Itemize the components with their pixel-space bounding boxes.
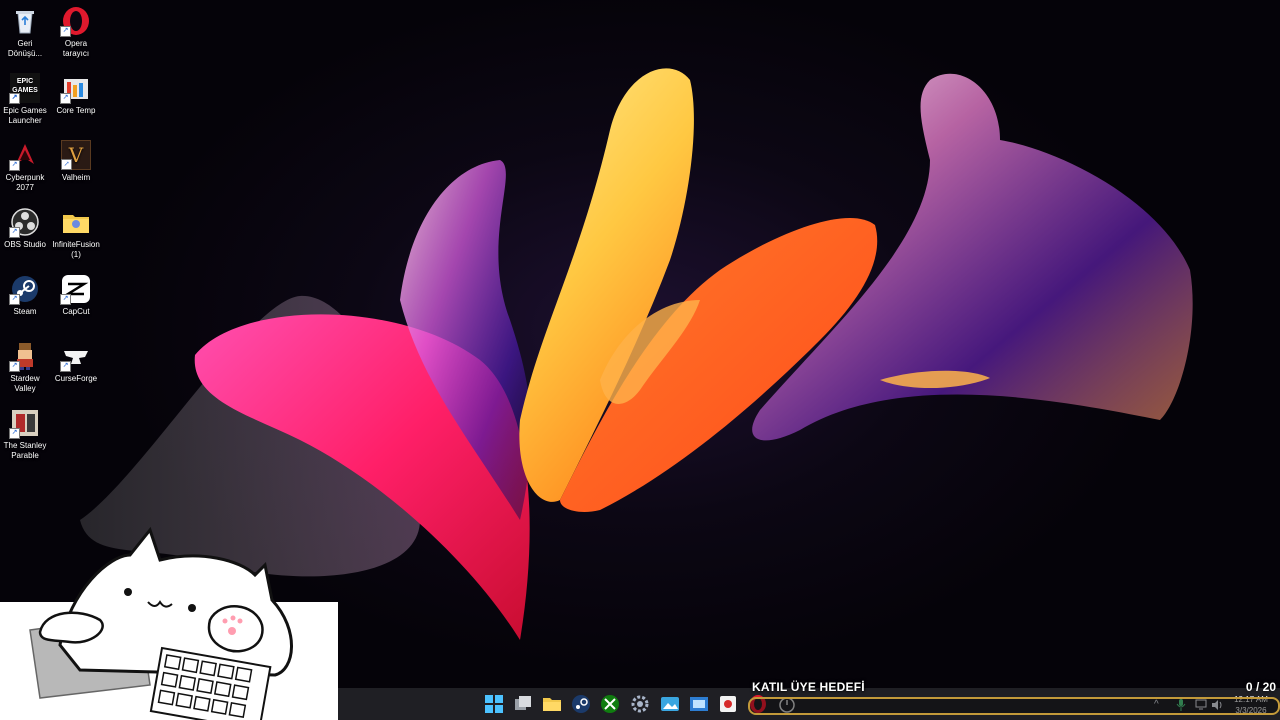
desktop-icon-label: Stardew Valley xyxy=(10,374,40,393)
desktop-icon-cyberpunk[interactable]: ↗ Cyberpunk 2077 xyxy=(0,136,50,193)
shortcut-arrow-icon: ↗ xyxy=(9,227,20,238)
desktop-icon-epic-games[interactable]: EPIC GAMES ↗ Epic Games Launcher xyxy=(0,69,50,126)
desktop-icon-label: Cyberpunk 2077 xyxy=(5,173,45,192)
settings-icon[interactable] xyxy=(630,694,650,714)
desktop-icon-capcut[interactable]: ↗ CapCut xyxy=(51,270,101,317)
valheim-icon: V ↗ xyxy=(61,140,91,170)
desktop-icon-valheim[interactable]: V ↗ Valheim xyxy=(51,136,101,183)
shortcut-arrow-icon: ↗ xyxy=(61,159,72,170)
capture-icon[interactable] xyxy=(718,694,738,714)
bongo-cat-overlay xyxy=(0,526,338,720)
photos-icon[interactable] xyxy=(660,694,680,714)
goal-separator: / xyxy=(1255,680,1260,694)
shortcut-arrow-icon: ↗ xyxy=(60,26,71,37)
stardew-icon: ↗ xyxy=(9,341,40,372)
curseforge-icon: ↗ xyxy=(60,341,91,372)
desktop-icon-opera[interactable]: ↗ Opera tarayıcı xyxy=(51,2,101,59)
desktop-icon-label: InfiniteFusion (1) xyxy=(52,240,100,259)
desktop-icon-label: Geri Dönüşü... xyxy=(7,39,43,58)
desktop-icon-infinitefusion[interactable]: InfiniteFusion (1) xyxy=(51,203,101,260)
epic-games-icon: EPIC GAMES ↗ xyxy=(9,73,40,104)
file-explorer-icon[interactable] xyxy=(542,694,562,714)
cyberpunk-icon: ↗ xyxy=(9,140,40,171)
desktop-icon-label: Steam xyxy=(13,307,37,316)
opera-icon: ↗ xyxy=(60,6,91,37)
cat-eye-left xyxy=(124,588,132,596)
desktop-icon-recycle-bin[interactable]: Geri Dönüşü... xyxy=(0,2,50,59)
steam-icon: ↗ xyxy=(9,274,40,305)
desktop-icon-label: Opera tarayıcı xyxy=(62,39,90,58)
goal-target: 20 xyxy=(1262,680,1276,694)
desktop-icon-obs[interactable]: ↗ OBS Studio xyxy=(0,203,50,250)
shortcut-arrow-icon: ↗ xyxy=(9,160,20,171)
desktop-icon-stanley-parable[interactable]: ↗ The Stanley Parable xyxy=(0,404,50,461)
goal-progress-bar xyxy=(748,697,1280,715)
desktop-icon-label: The Stanley Parable xyxy=(3,441,47,460)
steam-taskbar-icon[interactable] xyxy=(571,694,591,714)
shortcut-arrow-icon: ↗ xyxy=(9,93,20,104)
shortcut-arrow-icon: ↗ xyxy=(60,361,71,372)
desktop-icon-curseforge[interactable]: ↗ CurseForge xyxy=(51,337,101,384)
goal-title: KATIL ÜYE HEDEFİ xyxy=(752,680,865,694)
xbox-icon[interactable] xyxy=(600,694,620,714)
desktop-icon-label: CurseForge xyxy=(54,374,98,383)
desktop-icon-label: OBS Studio xyxy=(4,240,46,249)
obs-icon: ↗ xyxy=(9,207,40,238)
desktop-icon-label: Valheim xyxy=(61,173,91,182)
epic-logo-text: EPIC GAMES xyxy=(12,78,38,94)
snipping-tool-icon[interactable] xyxy=(689,694,709,714)
desktop-icon-label: CapCut xyxy=(62,307,90,316)
desktop-icon-steam[interactable]: ↗ Steam xyxy=(0,270,50,317)
desktop-icon-stardew[interactable]: ↗ Stardew Valley xyxy=(0,337,50,394)
cat-paw-right xyxy=(207,605,264,653)
shortcut-arrow-icon: ↗ xyxy=(9,428,20,439)
task-view-icon[interactable] xyxy=(513,694,533,714)
shortcut-arrow-icon: ↗ xyxy=(9,361,20,372)
recycle-bin-icon xyxy=(10,6,40,36)
goal-counter: 0 / 20 xyxy=(1220,680,1276,694)
stanley-parable-icon: ↗ xyxy=(9,408,40,439)
desktop-icon-label: Epic Games Launcher xyxy=(3,106,47,125)
shortcut-arrow-icon: ↗ xyxy=(60,294,71,305)
cat-eye-right xyxy=(188,604,196,612)
shortcut-arrow-icon: ↗ xyxy=(9,294,20,305)
desktop-icon-label: Core Temp xyxy=(56,106,96,115)
capcut-icon: ↗ xyxy=(60,274,91,305)
goal-current: 0 xyxy=(1245,680,1253,694)
folder-icon xyxy=(61,207,91,237)
shortcut-arrow-icon: ↗ xyxy=(60,93,71,104)
start-icon[interactable] xyxy=(484,694,504,714)
core-temp-icon: ↗ xyxy=(60,73,91,104)
desktop-icon-core-temp[interactable]: ↗ Core Temp xyxy=(51,69,101,116)
